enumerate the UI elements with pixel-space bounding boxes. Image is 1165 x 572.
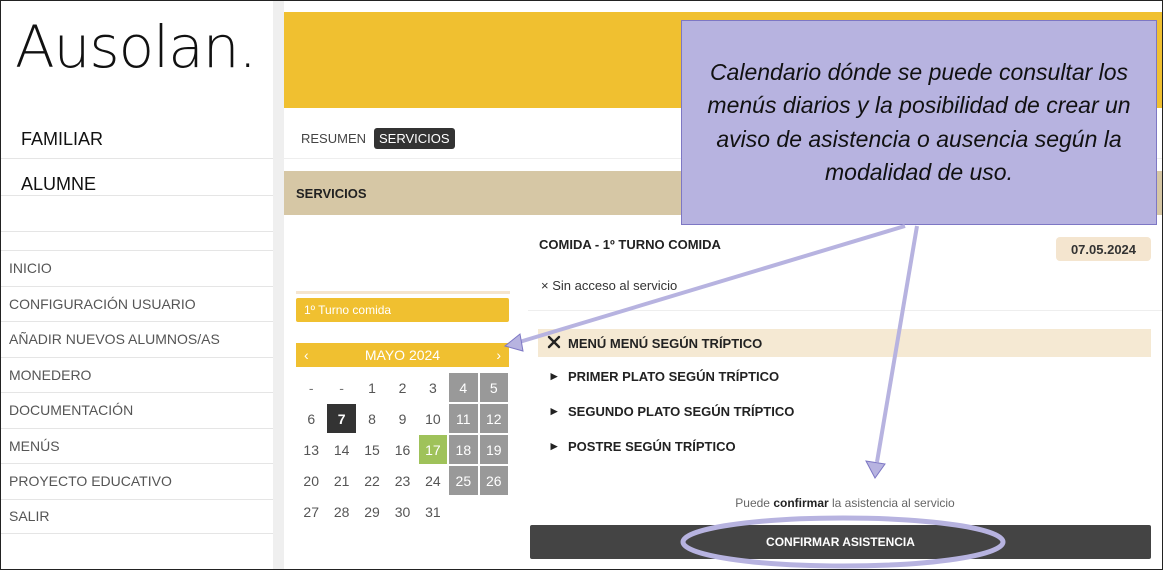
calendar-day-26[interactable]: 26 (478, 465, 509, 496)
sidebar-item-documentacion[interactable]: DOCUMENTACIÓN (1, 392, 273, 428)
calendar-day-22[interactable]: 22 (356, 465, 388, 496)
menu-item-postre[interactable]: ▸ POSTRE SEGÚN TRÍPTICO (538, 432, 1151, 460)
sidebar-divider (1, 231, 273, 232)
date-badge: 07.05.2024 (1056, 237, 1151, 261)
menu-item-label: POSTRE SEGÚN TRÍPTICO (568, 438, 736, 454)
turno-divider (296, 291, 510, 294)
calendar-day-8[interactable]: 8 (356, 403, 388, 434)
calendar-day-10[interactable]: 10 (417, 403, 449, 434)
calendar-day-13[interactable]: 13 (296, 434, 327, 465)
menu-header-row[interactable]: MENÚ MENÚ SEGÚN TRÍPTICO (538, 329, 1151, 357)
calendar-day-empty: - (296, 372, 327, 403)
menu-item-label: SEGUNDO PLATO SEGÚN TRÍPTICO (568, 403, 795, 419)
calendar-day-31[interactable]: 31 (417, 496, 449, 527)
calendar-day-28[interactable]: 28 (326, 496, 357, 527)
sidebar-item-inicio[interactable]: INICIO (1, 250, 273, 286)
calendar-day-2[interactable]: 2 (387, 372, 418, 403)
close-icon: × (541, 278, 549, 293)
calendar-day-20[interactable]: 20 (296, 465, 327, 496)
menu-item-primer-plato[interactable]: ▸ PRIMER PLATO SEGÚN TRÍPTICO (538, 362, 1151, 390)
confirm-hint-bold: confirmar (773, 496, 829, 510)
logo: Ausolan. (15, 13, 257, 81)
menu-header-label: MENÚ MENÚ SEGÚN TRÍPTICO (568, 335, 763, 351)
calendar-header: ‹ MAYO 2024 › (296, 343, 509, 367)
confirm-attendance-button[interactable]: CONFIRMAR ASISTENCIA (530, 525, 1151, 559)
menu-item-label: PRIMER PLATO SEGÚN TRÍPTICO (568, 368, 780, 384)
calendar-day-9[interactable]: 9 (387, 403, 418, 434)
calendar-day-empty: - (326, 372, 357, 403)
turno-selector[interactable]: 1º Turno comida (296, 298, 509, 322)
tab-servicios[interactable]: SERVICIOS (374, 127, 455, 149)
sidebar-item-salir[interactable]: SALIR (1, 498, 273, 534)
caret-right-icon: ▸ (550, 368, 558, 383)
annotation-callout: Calendario dónde se puede consultar los … (681, 20, 1157, 225)
calendar-day-27[interactable]: 27 (296, 496, 327, 527)
calendar-day-25[interactable]: 25 (448, 465, 479, 496)
calendar-day-16[interactable]: 16 (387, 434, 418, 465)
calendar-day-11[interactable]: 11 (448, 403, 479, 434)
confirm-hint-post: la asistencia al servicio (828, 496, 955, 510)
calendar-day-21[interactable]: 21 (326, 465, 357, 496)
detail-panel (528, 222, 1162, 568)
cutlery-icon (546, 335, 562, 352)
sidebar-item-monedero[interactable]: MONEDERO (1, 356, 273, 393)
user-name: ALUMNE (11, 168, 241, 201)
calendar-day-18[interactable]: 18 (448, 434, 479, 465)
calendar-day-15[interactable]: 15 (356, 434, 388, 465)
calendar-grid: - -1 2 3 4 5 6 7 8 9 10 11 12 13 14 15 16 17 18 19 20 21 22 23 2… (296, 372, 509, 527)
menu-item-segundo-plato[interactable]: ▸ SEGUNDO PLATO SEGÚN TRÍPTICO (538, 397, 1151, 425)
calendar-day-1[interactable]: 1 (356, 372, 388, 403)
prev-month-button[interactable]: ‹ (304, 347, 309, 363)
sidebar: Ausolan. FAMILIAR ALUMNE INICIO CONFIGUR… (1, 1, 273, 569)
section-title: SERVICIOS (296, 185, 367, 201)
calendar-month-label: MAYO 2024 (364, 347, 441, 363)
sidebar-divider (1, 158, 273, 159)
sidebar-item-configuracion-usuario[interactable]: CONFIGURACIÓN USUARIO (1, 285, 273, 322)
sidebar-nav: INICIO CONFIGURACIÓN USUARIO AÑADIR NUEV… (1, 250, 273, 534)
caret-right-icon: ▸ (550, 403, 558, 418)
calendar-day-3[interactable]: 3 (417, 372, 449, 403)
calendar-day-19[interactable]: 19 (478, 434, 509, 465)
calendar-day-5[interactable]: 5 (478, 372, 509, 403)
access-divider (528, 310, 1162, 311)
calendar-day-23[interactable]: 23 (387, 465, 418, 496)
sidebar-divider (1, 195, 273, 196)
user-block: FAMILIAR ALUMNE (11, 123, 241, 201)
access-text: Sin acceso al servicio (552, 278, 678, 293)
calendar-day-29[interactable]: 29 (356, 496, 388, 527)
sidebar-item-proyecto-educativo[interactable]: PROYECTO EDUCATIVO (1, 463, 273, 499)
calendar-day-17[interactable]: 17 (417, 434, 449, 465)
calendar-day-14[interactable]: 14 (326, 434, 357, 465)
calendar-day-4[interactable]: 4 (448, 372, 479, 403)
calendar-day-7[interactable]: 7 (326, 403, 357, 434)
layout-divider (273, 1, 284, 569)
calendar-day-6[interactable]: 6 (296, 403, 327, 434)
tab-resumen[interactable]: RESUMEN (296, 128, 371, 149)
confirm-hint: Puede confirmar la asistencia al servici… (528, 496, 1162, 510)
annotation-text: Calendario dónde se puede consultar los … (707, 58, 1131, 185)
caret-right-icon: ▸ (550, 438, 558, 453)
confirm-hint-pre: Puede (735, 496, 774, 510)
sidebar-item-menus[interactable]: MENÚS (1, 427, 273, 464)
sidebar-item-anadir-alumnos[interactable]: AÑADIR NUEVOS ALUMNOS/AS (1, 321, 273, 357)
calendar-day-24[interactable]: 24 (417, 465, 449, 496)
calendar-day-30[interactable]: 30 (387, 496, 418, 527)
meal-title: COMIDA - 1º TURNO COMIDA (539, 237, 721, 252)
access-status: × Sin acceso al servicio (541, 278, 677, 293)
user-role: FAMILIAR (11, 123, 241, 156)
calendar-day-12[interactable]: 12 (478, 403, 509, 434)
next-month-button[interactable]: › (496, 347, 501, 363)
